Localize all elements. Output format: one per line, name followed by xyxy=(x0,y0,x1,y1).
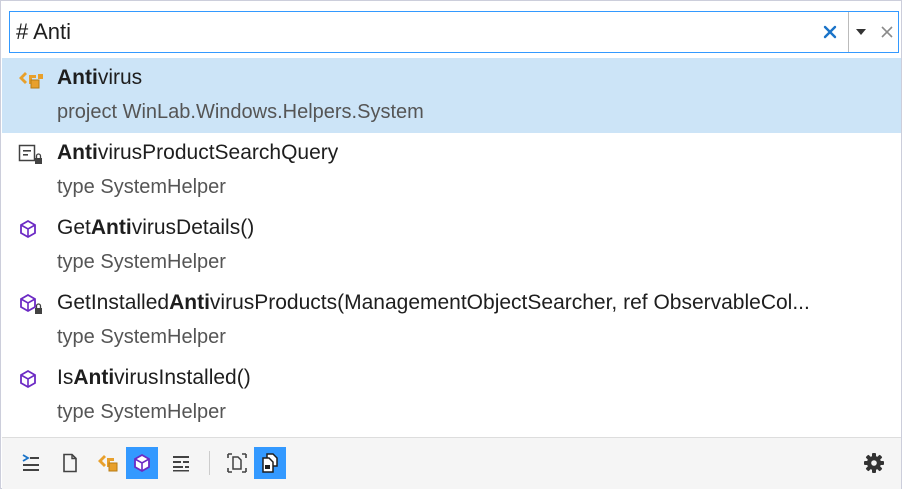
result-item[interactable]: GetInstalledAntivirusProducts(Management… xyxy=(2,283,901,358)
result-title: GetAntivirusDetails() xyxy=(57,216,255,239)
match-highlight: Anti xyxy=(57,66,98,89)
close-button[interactable] xyxy=(876,12,898,52)
close-icon xyxy=(823,25,837,39)
result-title: Antivirus xyxy=(57,66,143,89)
method-icon xyxy=(18,369,44,391)
members-filter-button[interactable] xyxy=(126,447,158,479)
current-document-filter-icon xyxy=(227,453,247,473)
clear-search-button[interactable] xyxy=(816,12,844,52)
types-filter-icon xyxy=(98,455,118,472)
result-title: GetInstalledAntivirusProducts(Management… xyxy=(57,291,810,314)
files-filter-button[interactable] xyxy=(54,447,86,479)
match-highlight: Anti xyxy=(90,216,132,239)
result-location: type SystemHelper xyxy=(57,176,226,198)
search-box[interactable] xyxy=(9,11,899,53)
match-highlight: Anti xyxy=(73,366,115,389)
results-list: Antivirus project WinLab.Windows.Helpers… xyxy=(2,58,901,433)
external-items-filter-icon xyxy=(262,453,278,473)
types-filter-button[interactable] xyxy=(93,447,125,479)
symbols-filter-icon xyxy=(173,456,189,472)
search-input[interactable] xyxy=(16,12,796,52)
toolbar-separator xyxy=(209,451,210,475)
result-item[interactable]: AntivirusProductSearchQuery type SystemH… xyxy=(2,133,901,208)
external-items-filter-button[interactable] xyxy=(254,447,286,479)
all-items-filter-icon xyxy=(22,454,39,471)
result-title: AntivirusProductSearchQuery xyxy=(57,141,339,164)
symbols-filter-button[interactable] xyxy=(165,447,197,479)
result-item[interactable]: IsAntivirusInstalled() type SystemHelper xyxy=(2,358,901,433)
match-highlight: Anti xyxy=(169,291,210,314)
current-document-filter-button[interactable] xyxy=(221,447,253,479)
method-icon xyxy=(18,219,44,241)
all-items-filter-button[interactable] xyxy=(15,447,47,479)
close-icon xyxy=(881,26,893,38)
filter-toolbar xyxy=(2,437,901,489)
private-field-icon xyxy=(18,144,44,166)
chevron-down-icon xyxy=(856,29,866,35)
private-method-icon xyxy=(18,293,44,316)
gear-icon xyxy=(864,453,884,473)
result-location: type SystemHelper xyxy=(57,251,226,273)
goto-all-window: Antivirus project WinLab.Windows.Helpers… xyxy=(0,0,902,489)
search-options-dropdown[interactable] xyxy=(848,12,873,52)
result-item[interactable]: GetAntivirusDetails() type SystemHelper xyxy=(2,208,901,283)
project-icon xyxy=(18,69,44,91)
result-title: IsAntivirusInstalled() xyxy=(57,366,251,389)
members-filter-icon xyxy=(134,453,150,473)
result-location: type SystemHelper xyxy=(57,401,226,423)
result-location: project WinLab.Windows.Helpers.System xyxy=(57,101,424,123)
match-highlight: Anti xyxy=(57,141,98,164)
result-item[interactable]: Antivirus project WinLab.Windows.Helpers… xyxy=(2,58,901,133)
result-location: type SystemHelper xyxy=(57,326,226,348)
settings-button[interactable] xyxy=(858,447,890,479)
files-filter-icon xyxy=(63,453,77,473)
